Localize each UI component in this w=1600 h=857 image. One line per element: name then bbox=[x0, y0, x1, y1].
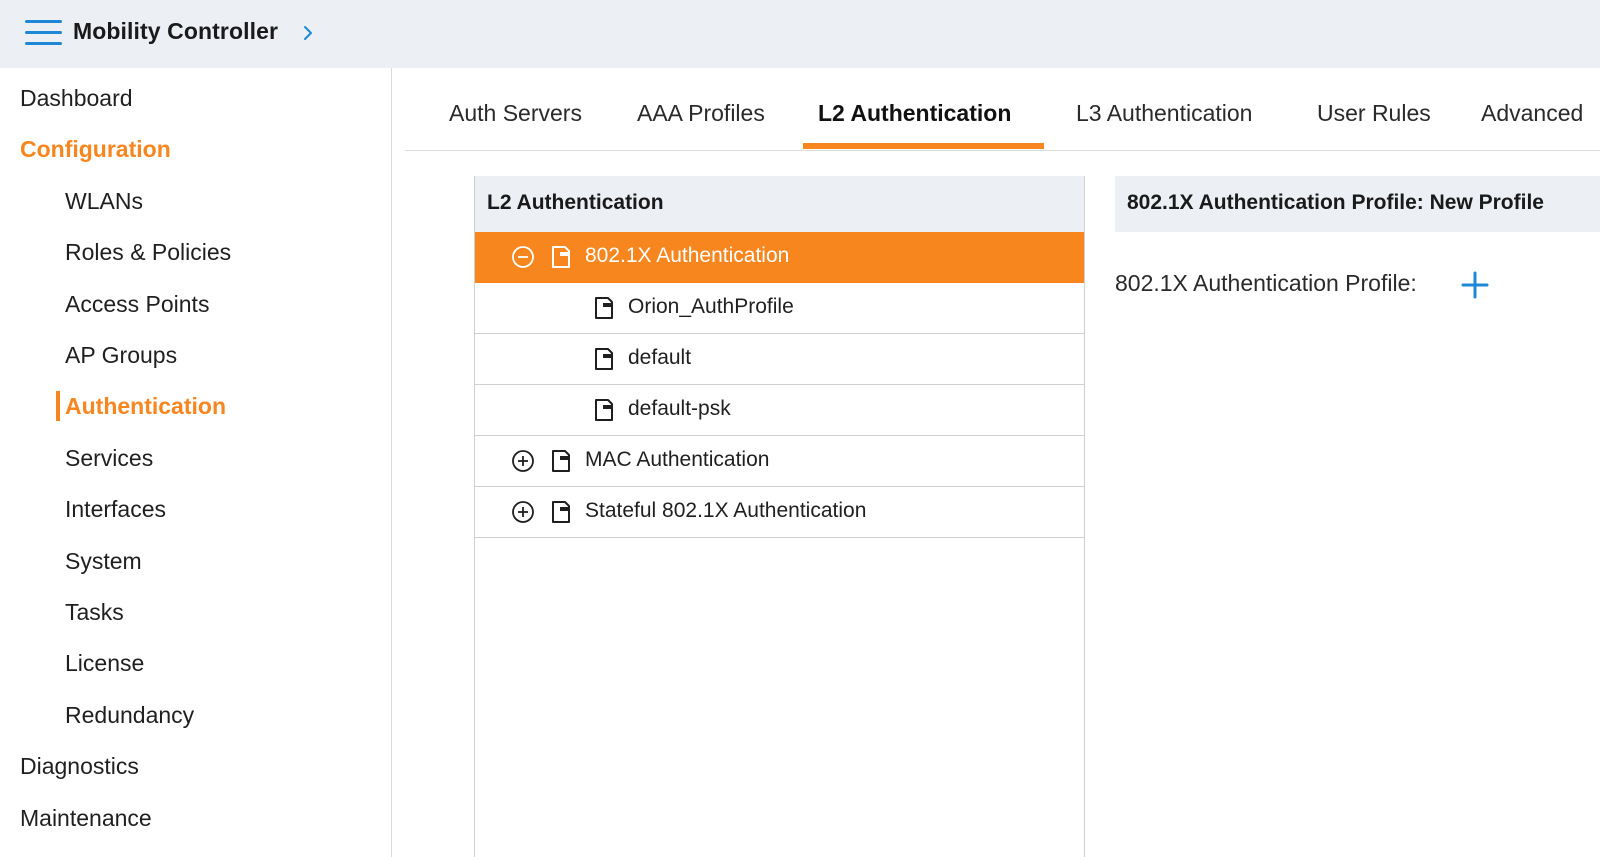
document-icon bbox=[552, 246, 570, 268]
sidebar-item-license[interactable]: License bbox=[65, 650, 144, 677]
sidebar-item-roles-policies[interactable]: Roles & Policies bbox=[65, 239, 231, 266]
tree-row-label: Stateful 802.1X Authentication bbox=[585, 499, 867, 522]
sidebar-item-authentication[interactable]: Authentication bbox=[65, 393, 226, 420]
tab-user-rules[interactable]: User Rules bbox=[1317, 100, 1431, 127]
sidebar-item-tasks[interactable]: Tasks bbox=[65, 599, 124, 626]
tree-row-default-psk[interactable]: default-psk bbox=[475, 385, 1084, 436]
sidebar-item-access-points[interactable]: Access Points bbox=[65, 291, 209, 318]
detail-panel-header: 802.1X Authentication Profile: New Profi… bbox=[1115, 176, 1600, 232]
tab-bar: Auth Servers AAA Profiles L2 Authenticat… bbox=[405, 68, 1600, 151]
sidebar-item-wlans[interactable]: WLANs bbox=[65, 188, 143, 215]
tree-row-orion-authprofile[interactable]: Orion_AuthProfile bbox=[475, 283, 1084, 334]
document-icon bbox=[552, 450, 570, 472]
profile-field-label: 802.1X Authentication Profile: bbox=[1115, 270, 1417, 296]
sidebar-item-redundancy[interactable]: Redundancy bbox=[65, 702, 194, 729]
hamburger-menu-icon[interactable] bbox=[25, 20, 62, 46]
sidebar-item-system[interactable]: System bbox=[65, 548, 142, 575]
sidebar-item-ap-groups[interactable]: AP Groups bbox=[65, 342, 177, 369]
app-title[interactable]: Mobility Controller bbox=[73, 18, 278, 45]
tab-advanced[interactable]: Advanced bbox=[1481, 100, 1583, 127]
document-icon bbox=[595, 297, 613, 319]
tree-row-mac-authentication[interactable]: MAC Authentication bbox=[475, 436, 1084, 487]
l2-auth-tree-panel: L2 Authentication 802.1X Authentication … bbox=[474, 176, 1085, 857]
detail-panel-title: 802.1X Authentication Profile: New Profi… bbox=[1127, 191, 1544, 214]
sidebar: Dashboard Configuration WLANs Roles & Po… bbox=[0, 68, 392, 857]
tree-row-label: MAC Authentication bbox=[585, 448, 770, 471]
tree-row-label: default-psk bbox=[628, 397, 731, 420]
tab-auth-servers[interactable]: Auth Servers bbox=[449, 100, 582, 127]
collapse-icon[interactable] bbox=[511, 245, 535, 269]
active-indicator bbox=[56, 391, 60, 421]
tree-row-8021x-authentication[interactable]: 802.1X Authentication bbox=[475, 232, 1084, 283]
sidebar-item-interfaces[interactable]: Interfaces bbox=[65, 496, 166, 523]
tab-l3-authentication[interactable]: L3 Authentication bbox=[1076, 100, 1252, 127]
expand-icon[interactable] bbox=[511, 500, 535, 524]
sidebar-item-maintenance[interactable]: Maintenance bbox=[20, 805, 152, 832]
active-tab-underline bbox=[803, 143, 1044, 149]
sidebar-item-dashboard[interactable]: Dashboard bbox=[20, 85, 133, 112]
sidebar-item-configuration[interactable]: Configuration bbox=[20, 136, 171, 163]
tree-row-label: default bbox=[628, 346, 692, 369]
document-icon bbox=[595, 348, 613, 370]
chevron-right-icon[interactable] bbox=[301, 24, 315, 42]
tree-row-stateful-8021x-authentication[interactable]: Stateful 802.1X Authentication bbox=[475, 487, 1084, 538]
tab-l2-authentication[interactable]: L2 Authentication bbox=[818, 100, 1011, 127]
tree-panel-title: L2 Authentication bbox=[487, 191, 664, 214]
tree-row-default[interactable]: default bbox=[475, 334, 1084, 385]
sidebar-item-diagnostics[interactable]: Diagnostics bbox=[20, 753, 139, 780]
profile-detail-panel: 802.1X Authentication Profile: New Profi… bbox=[1115, 176, 1600, 857]
sidebar-item-services[interactable]: Services bbox=[65, 445, 153, 472]
document-icon bbox=[595, 399, 613, 421]
tree-panel-header: L2 Authentication bbox=[475, 176, 1084, 232]
tab-aaa-profiles[interactable]: AAA Profiles bbox=[637, 100, 765, 127]
tree-row-label: 802.1X Authentication bbox=[585, 244, 790, 267]
plus-icon[interactable] bbox=[1460, 270, 1490, 300]
tree-row-label: Orion_AuthProfile bbox=[628, 295, 794, 318]
top-bar: Mobility Controller bbox=[0, 0, 1600, 68]
expand-icon[interactable] bbox=[511, 449, 535, 473]
document-icon bbox=[552, 501, 570, 523]
